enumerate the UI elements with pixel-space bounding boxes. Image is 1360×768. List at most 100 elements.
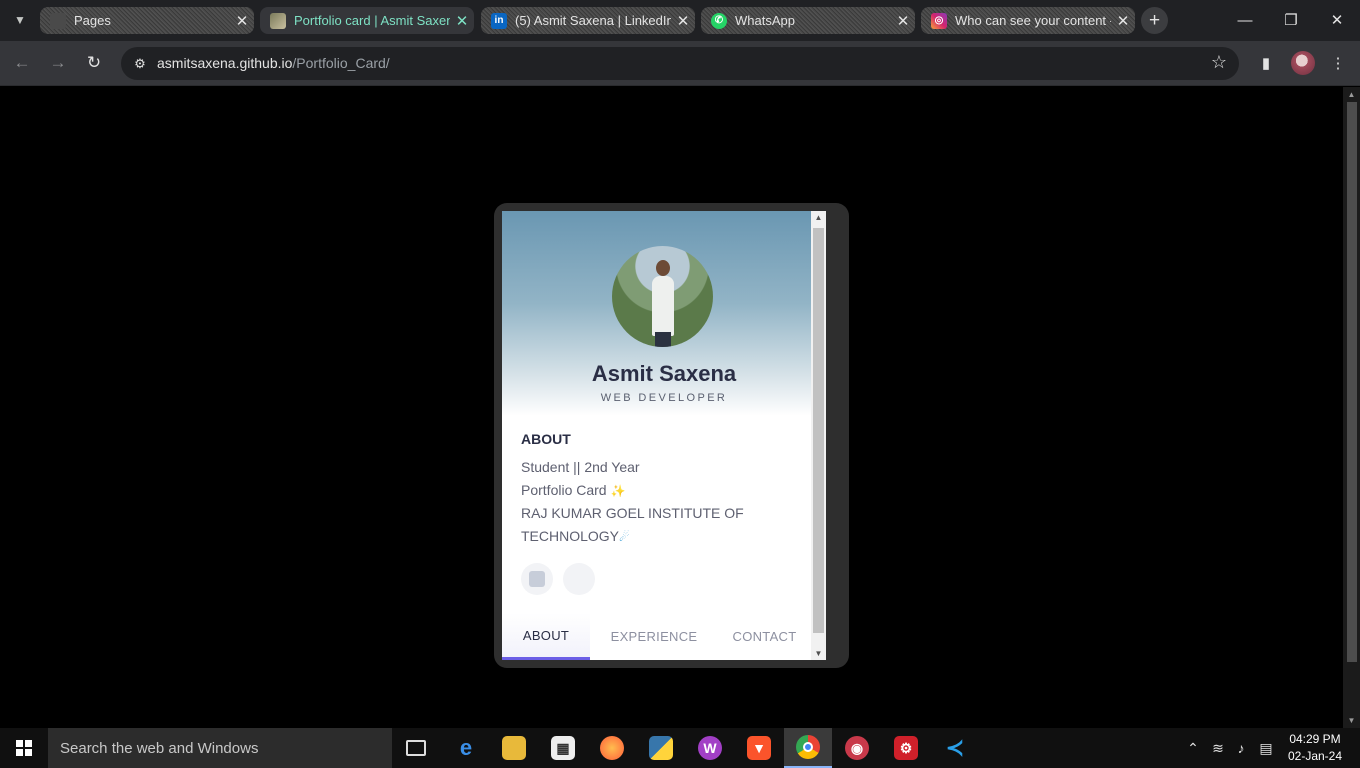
profile-photo <box>612 246 713 347</box>
firefox-icon <box>600 736 624 760</box>
card-scrollbar[interactable]: ▲ ▼ <box>811 211 826 660</box>
vscode-app[interactable]: ≺ <box>931 728 979 768</box>
music-disc-icon: ◉ <box>845 736 869 760</box>
about-line: RAJ KUMAR GOEL INSTITUTE OF <box>521 505 744 521</box>
about-line-2: Portfolio Card ✨ <box>521 481 626 498</box>
tab-title: Portfolio card | Asmit Saxena <box>294 13 450 28</box>
page-scrollbar-thumb[interactable] <box>1347 102 1357 662</box>
social-link-1[interactable] <box>521 563 553 595</box>
card-tab-experience[interactable]: EXPERIENCE <box>590 613 718 660</box>
page-viewport: Asmit Saxena WEB DEVELOPER ABOUT Student… <box>0 87 1360 728</box>
tab-search-chevron-down-icon[interactable]: ▼ <box>6 8 34 32</box>
close-icon[interactable]: ✕ <box>230 12 254 30</box>
url-host: asmitsaxena.github.io <box>157 55 293 71</box>
tab-linkedin[interactable]: in (5) Asmit Saxena | LinkedIn ✕ <box>481 7 695 34</box>
page-scroll-up-icon[interactable]: ▲ <box>1343 90 1360 99</box>
about-heading: ABOUT <box>521 431 571 447</box>
tab-whatsapp[interactable]: ✆ WhatsApp ✕ <box>701 7 915 34</box>
window-close-icon[interactable]: ✕ <box>1314 6 1360 34</box>
social-links <box>521 563 595 595</box>
close-icon[interactable]: ✕ <box>1111 12 1135 30</box>
whatsapp-icon: ✆ <box>711 12 727 29</box>
action-center-icon[interactable]: ▤ <box>1254 728 1278 768</box>
tab-portfolio-card[interactable]: Portfolio card | Asmit Saxena ✕ <box>260 7 474 34</box>
github-icon <box>50 12 66 29</box>
scroll-down-icon[interactable]: ▼ <box>811 649 826 658</box>
folder-icon <box>502 736 526 760</box>
url-path: /Portfolio_Card/ <box>292 55 390 71</box>
back-arrow-icon[interactable]: ← <box>8 50 36 76</box>
url-text[interactable]: asmitsaxena.github.io/Portfolio_Card/ <box>157 55 390 71</box>
portfolio-favicon-icon <box>270 12 286 29</box>
clock-date: 02-Jan-24 <box>1287 749 1343 763</box>
site-info-icon[interactable]: ⚙ <box>129 53 151 75</box>
winamp-icon: W <box>698 736 722 760</box>
restore-icon[interactable]: ❐ <box>1268 6 1314 34</box>
portfolio-card-frame: Asmit Saxena WEB DEVELOPER ABOUT Student… <box>494 203 849 668</box>
forward-arrow-icon[interactable]: → <box>44 50 72 76</box>
about-line: Student || 2nd Year <box>521 459 640 475</box>
page-scroll-down-icon[interactable]: ▼ <box>1343 716 1360 725</box>
instagram-icon: ◎ <box>931 12 947 29</box>
chrome-app[interactable] <box>784 728 832 768</box>
card-tab-contact[interactable]: CONTACT <box>718 613 811 660</box>
task-view-icon <box>406 740 426 756</box>
portfolio-card: Asmit Saxena WEB DEVELOPER ABOUT Student… <box>502 211 826 660</box>
tab-title: Pages <box>74 13 111 28</box>
card-tab-about[interactable]: ABOUT <box>502 613 590 660</box>
winamp-app[interactable]: W <box>686 728 734 768</box>
close-icon[interactable]: ✕ <box>671 12 695 30</box>
scroll-up-icon[interactable]: ▲ <box>811 213 826 222</box>
edge-icon: e <box>459 735 473 760</box>
card-tab-bar: ABOUT EXPERIENCE CONTACT <box>502 613 826 660</box>
tab-pages[interactable]: Pages ✕ <box>40 7 254 34</box>
store-bag-icon: ▦ <box>551 736 575 760</box>
task-view-button[interactable] <box>392 728 440 768</box>
about-text: Student || 2nd Year Portfolio Card ✨ RAJ… <box>521 456 781 548</box>
profile-avatar[interactable] <box>1291 51 1315 75</box>
firefox-app[interactable] <box>588 728 636 768</box>
python-app[interactable] <box>637 728 685 768</box>
brave-lion-icon: ▼ <box>747 736 771 760</box>
browser-tab-bar: ▼ Pages ✕ Portfolio card | Asmit Saxena … <box>0 0 1360 41</box>
minimize-icon[interactable]: — <box>1222 6 1268 34</box>
side-panel-icon[interactable]: ▮ <box>1254 51 1278 75</box>
taskbar-search-box[interactable]: Search the web and Windows <box>48 728 392 768</box>
tray-chevron-up-icon[interactable]: ⌃ <box>1182 728 1204 768</box>
music-app[interactable]: ◉ <box>833 728 881 768</box>
reload-icon[interactable]: ↻ <box>80 50 108 76</box>
new-tab-button[interactable]: + <box>1141 7 1168 34</box>
file-explorer-app[interactable] <box>490 728 538 768</box>
brave-app[interactable]: ▼ <box>735 728 783 768</box>
tab-title: WhatsApp <box>735 13 795 28</box>
bookmark-star-icon[interactable]: ☆ <box>1211 52 1227 73</box>
social-image-icon <box>529 571 545 587</box>
gear-icon: ⚙ <box>894 736 918 760</box>
about-line-4: TECHNOLOGY☄ <box>521 527 630 544</box>
browser-toolbar: ← → ↻ ⚙ asmitsaxena.github.io/Portfolio_… <box>0 41 1360 86</box>
volume-icon[interactable]: ♪ <box>1230 728 1252 768</box>
store-app[interactable]: ▦ <box>539 728 587 768</box>
profile-name: Asmit Saxena <box>591 361 737 386</box>
photo-person-body <box>652 276 674 336</box>
tab-title: (5) Asmit Saxena | LinkedIn <box>515 13 671 28</box>
profile-role: WEB DEVELOPER <box>600 392 728 404</box>
vscode-icon: ≺ <box>945 735 965 760</box>
edge-app[interactable]: e <box>442 728 490 768</box>
address-bar[interactable]: ⚙ asmitsaxena.github.io/Portfolio_Card/ … <box>121 47 1239 80</box>
tab-instagram[interactable]: ◎ Who can see your content - ✕ <box>921 7 1135 34</box>
menu-kebab-icon[interactable]: ⋮ <box>1326 51 1350 75</box>
photo-person-legs <box>655 332 671 347</box>
card-scrollbar-thumb[interactable] <box>813 228 824 633</box>
social-link-2[interactable] <box>563 563 595 595</box>
page-scrollbar[interactable]: ▲ ▼ <box>1343 87 1360 728</box>
wifi-icon[interactable]: ≋ <box>1206 728 1230 768</box>
close-icon[interactable]: ✕ <box>891 12 915 30</box>
comet-icon: ☄ <box>619 529 630 544</box>
start-button[interactable] <box>0 728 48 768</box>
sparkles-icon: ✨ <box>610 483 626 498</box>
taskbar-clock[interactable]: 04:29 PM 02-Jan-24 <box>1284 731 1346 765</box>
settings-app[interactable]: ⚙ <box>882 728 930 768</box>
windows-taskbar: Search the web and Windows e ▦ W ▼ ◉ ⚙ ≺… <box>0 728 1360 768</box>
close-icon[interactable]: ✕ <box>450 12 474 30</box>
